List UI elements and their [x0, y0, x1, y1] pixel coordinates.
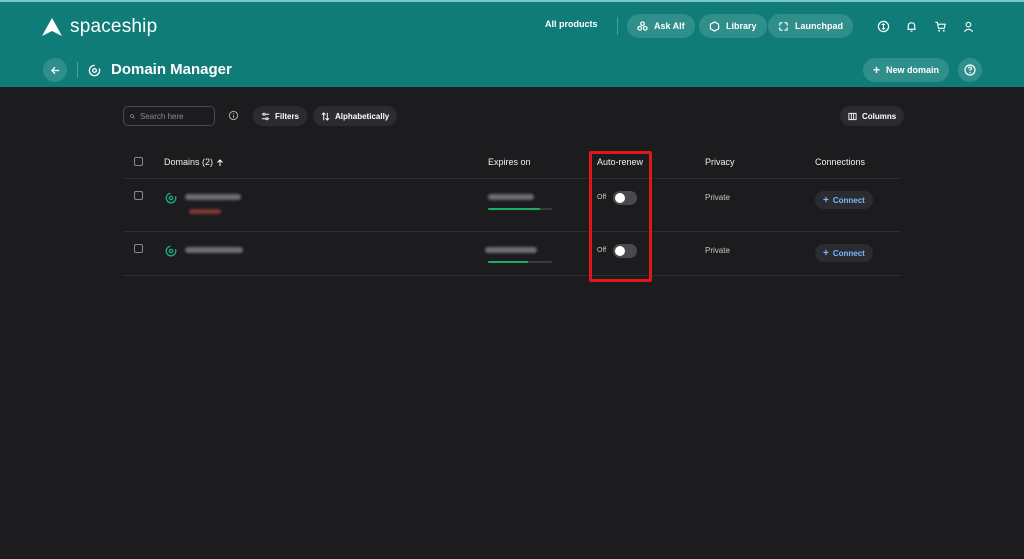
expiry-date-redacted — [485, 247, 537, 253]
page-title: Domain Manager — [111, 61, 232, 78]
arrow-up-icon — [217, 158, 223, 166]
expiry-progress-bar — [488, 208, 552, 210]
account-button[interactable] — [960, 18, 976, 34]
header-divider — [77, 62, 78, 78]
table-row[interactable]: Off Private + Connect — [123, 179, 901, 232]
table-header: Domains (2) Expires on Auto-renew Privac… — [123, 145, 901, 179]
top-bar: spaceship All products Ask Alf Library L… — [0, 0, 1024, 87]
auto-renew-column-header[interactable]: Auto-renew — [597, 157, 643, 167]
table-row[interactable]: Off Private + Connect — [123, 232, 901, 276]
help-icon — [964, 64, 976, 76]
nav-divider — [617, 17, 618, 35]
domains-column-label: Domains (2) — [164, 157, 214, 167]
toggle-knob — [615, 193, 625, 203]
info-icon[interactable] — [228, 110, 239, 121]
search-box[interactable] — [123, 106, 215, 126]
auto-renew-toggle[interactable] — [613, 244, 637, 258]
sliders-icon — [261, 112, 270, 120]
connect-button[interactable]: + Connect — [815, 191, 873, 209]
domains-column-header[interactable]: Domains (2) — [164, 157, 224, 167]
connect-label: Connect — [832, 195, 865, 205]
currency-button[interactable] — [875, 18, 891, 34]
privacy-value: Private — [705, 193, 730, 202]
auto-renew-state-label: Off — [597, 247, 607, 254]
cart-button[interactable] — [932, 18, 948, 34]
new-domain-label: New domain — [886, 65, 940, 75]
user-icon — [963, 21, 973, 32]
domain-name-redacted[interactable] — [185, 194, 241, 200]
filters-label: Filters — [275, 111, 300, 121]
auto-renew-toggle[interactable] — [613, 191, 637, 205]
columns-label: Columns — [862, 111, 897, 121]
library-button[interactable]: Library — [699, 14, 767, 38]
privacy-value: Private — [705, 246, 730, 255]
expiry-progress-bar — [488, 261, 552, 263]
connections-column-header[interactable]: Connections — [815, 157, 865, 167]
auto-renew-state-label: Off — [597, 194, 607, 201]
launchpad-label: Launchpad — [795, 21, 844, 31]
help-button[interactable] — [958, 58, 982, 82]
plus-icon: + — [823, 247, 829, 259]
connect-label: Connect — [832, 248, 865, 258]
search-input[interactable] — [140, 111, 208, 121]
domain-status-icon — [165, 192, 177, 204]
expires-column-header[interactable]: Expires on — [488, 157, 531, 167]
domain-status-redacted — [189, 209, 221, 214]
ask-alf-button[interactable]: Ask Alf — [627, 14, 695, 38]
brand-name: spaceship — [70, 16, 158, 37]
privacy-column-header[interactable]: Privacy — [705, 157, 735, 167]
sort-label: Alphabetically — [335, 111, 390, 121]
columns-button[interactable]: Columns — [840, 106, 905, 126]
new-domain-button[interactable]: + New domain — [863, 58, 950, 82]
row-checkbox[interactable] — [134, 191, 143, 200]
arrow-left-icon — [50, 66, 59, 74]
domain-manager-icon — [88, 64, 101, 77]
sort-button[interactable]: Alphabetically — [313, 106, 398, 126]
expiry-progress-fill — [488, 261, 528, 263]
ask-alf-label: Ask Alf — [654, 21, 685, 31]
notifications-button[interactable] — [903, 18, 919, 34]
bell-icon — [906, 21, 916, 32]
row-checkbox[interactable] — [134, 244, 143, 253]
columns-icon — [848, 112, 857, 120]
launchpad-button[interactable]: Launchpad — [768, 14, 854, 38]
domains-table: Domains (2) Expires on Auto-renew Privac… — [123, 145, 901, 276]
plus-icon: + — [823, 194, 829, 206]
hexagon-icon — [709, 20, 720, 32]
library-label: Library — [726, 21, 757, 31]
sort-icon — [321, 111, 330, 121]
connect-button[interactable]: + Connect — [815, 244, 873, 262]
cart-icon — [934, 21, 946, 32]
select-all-checkbox[interactable] — [134, 157, 143, 166]
plus-icon: + — [873, 63, 881, 77]
domain-name-redacted[interactable] — [185, 247, 243, 253]
spaceship-logo[interactable]: spaceship — [42, 16, 157, 38]
filters-button[interactable]: Filters — [253, 106, 308, 126]
all-products-link[interactable]: All products — [545, 19, 598, 29]
search-icon — [130, 113, 135, 119]
ask-alf-icon — [637, 20, 648, 31]
currency-icon — [877, 20, 889, 32]
domain-status-icon — [165, 245, 177, 257]
expiry-date-redacted — [488, 194, 534, 200]
spaceship-logo-icon — [42, 18, 62, 36]
back-button[interactable] — [43, 58, 67, 82]
expiry-progress-fill — [488, 208, 541, 210]
launchpad-icon — [779, 21, 788, 31]
toggle-knob — [615, 246, 625, 256]
